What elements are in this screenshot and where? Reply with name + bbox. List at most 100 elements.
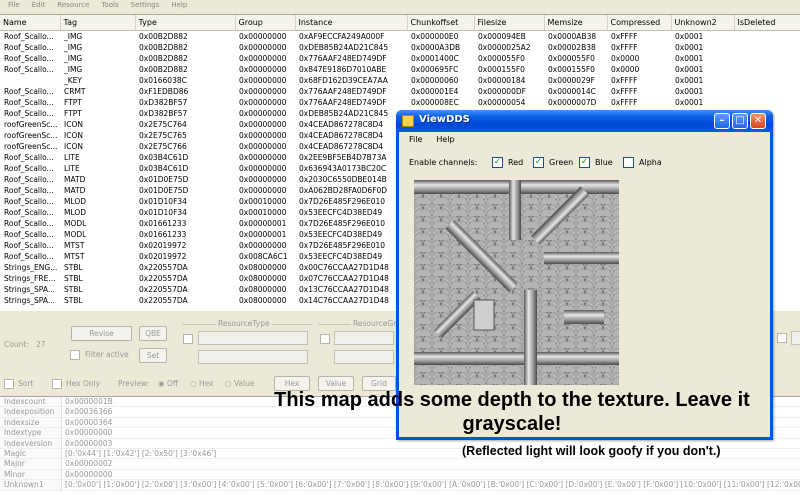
table-cell: 0x53EECFC4D38ED49 — [299, 251, 383, 261]
blue-channel-checkbox[interactable]: ✓ — [579, 157, 590, 168]
table-cell: Roof_Scallo... — [4, 251, 54, 261]
table-cell: 0x03B4C61D — [139, 152, 189, 162]
property-row[interactable]: Minor 0x00000000 — [0, 469, 800, 481]
grid-header-row: Name Tag Type Group Instance Chunkoffset Files… — [0, 15, 800, 31]
table-row[interactable]: _KEY 0x0166038C 0x00000000 0x68FD162D39CEA7… — [0, 75, 800, 86]
table-cell: Roof_Scallo... — [4, 229, 54, 239]
table-cell: 0x01661233 — [139, 229, 187, 239]
menu-settings[interactable]: Settings — [131, 0, 160, 10]
table-cell: 0x00B2D882 — [139, 64, 188, 74]
maximize-button[interactable]: □ — [732, 113, 748, 129]
close-icon: ✕ — [753, 115, 763, 126]
table-cell: 0x0000AB38 — [548, 31, 597, 41]
column-header[interactable]: Memsize — [544, 15, 608, 31]
table-cell: 0x776AAF248ED749DF — [299, 97, 387, 107]
property-key: Indexversion — [0, 438, 62, 448]
table-cell: _IMG — [64, 53, 83, 63]
table-cell: 0x7D26E485F296E010 — [299, 196, 386, 206]
menu-help[interactable]: Help — [171, 0, 187, 10]
table-cell: Strings_FRE... — [4, 273, 56, 283]
menu-resource[interactable]: Resource — [57, 0, 89, 10]
close-button[interactable]: ✕ — [750, 113, 766, 129]
table-cell: 0x220557DA — [139, 284, 188, 294]
table-cell: ICON — [64, 130, 83, 140]
property-row[interactable]: Major 0x00000002 — [0, 459, 800, 470]
table-cell: 0x776AAF248ED749DF — [299, 86, 387, 96]
viewdds-menu-help[interactable]: Help — [436, 132, 454, 148]
table-cell: 0x14C76CCAA27D1D48 — [299, 295, 389, 305]
table-cell: 0x0000 — [611, 64, 640, 74]
table-cell: Roof_Scallo... — [4, 152, 54, 162]
table-cell: 0x000695FC — [411, 64, 459, 74]
table-cell: 0x00000000 — [239, 119, 287, 129]
table-cell — [734, 53, 800, 64]
green-channel-checkbox[interactable]: ✓ — [533, 157, 544, 168]
table-cell: STBL — [64, 284, 83, 294]
revise-button[interactable]: Revise — [71, 326, 132, 341]
preview-hex-radio[interactable]: ○ Hex — [190, 379, 214, 388]
set-button[interactable]: Set — [139, 348, 167, 363]
viewdds-titlebar[interactable]: ViewDDS – □ ✕ — [396, 110, 773, 132]
menu-edit[interactable]: Edit — [32, 0, 46, 10]
minimize-button[interactable]: – — [714, 113, 730, 129]
table-row[interactable]: Roof_Scallo... _IMG 0x00B2D882 0x00000000 0x… — [0, 53, 800, 64]
table-cell: Strings_SPA... — [4, 295, 55, 305]
property-row[interactable]: Unknown1 [0:'0x00'] [1:'0x00'] [2:'0x00']… — [0, 480, 800, 491]
preview-value-radio[interactable]: ○ Value — [225, 379, 255, 388]
table-row[interactable]: Roof_Scallo... FTPT 0xD382BF57 0x00000000 0x… — [0, 97, 800, 108]
table-cell: roofGreenSc... — [4, 130, 58, 140]
filter-active-checkbox[interactable] — [70, 350, 80, 360]
column-header[interactable]: Name — [0, 15, 61, 31]
table-cell — [734, 30, 800, 42]
table-cell: 0x0001 — [675, 64, 704, 74]
right-checkbox[interactable] — [777, 333, 787, 343]
sort-checkbox[interactable] — [4, 379, 14, 389]
table-cell: 0x53EECFC4D38ED49 — [299, 229, 383, 239]
qbe-button[interactable]: QBE — [139, 326, 167, 341]
table-cell: 0x4CEAD867278C8D4 — [299, 130, 384, 140]
column-header[interactable]: Unknown2 — [671, 15, 735, 31]
table-cell: 0x00000184 — [478, 75, 526, 85]
preview-off-radio[interactable]: ◉ Off — [158, 379, 178, 388]
resource-group-field-2[interactable] — [334, 350, 394, 364]
column-header[interactable]: Chunkoffset — [407, 15, 475, 31]
table-cell: 0x03B4C61D — [139, 163, 189, 173]
resource-group-field[interactable] — [334, 331, 394, 345]
column-header[interactable]: Compressed — [607, 15, 672, 31]
alpha-channel-checkbox[interactable] — [623, 157, 634, 168]
table-row[interactable]: Roof_Scallo... CRMT 0xF1EDBD86 0x00000000 0x… — [0, 86, 800, 97]
column-header[interactable]: Group — [235, 15, 296, 31]
table-row[interactable]: Roof_Scallo... _IMG 0x00B2D882 0x00000000 0x… — [0, 64, 800, 75]
table-cell: Roof_Scallo... — [4, 196, 54, 206]
preview-label: Preview: — [118, 379, 150, 388]
column-header[interactable]: Instance — [295, 15, 408, 31]
table-cell: 0x00000000 — [239, 75, 287, 85]
table-cell: _IMG — [64, 31, 83, 41]
resource-type-checkbox[interactable] — [183, 334, 193, 344]
table-cell: 0x2EE9BF5EB4D7B73A — [299, 152, 387, 162]
table-cell: 0xFFFF — [611, 86, 638, 96]
column-header[interactable]: Tag — [60, 15, 136, 31]
menu-tools[interactable]: Tools — [101, 0, 118, 10]
resource-group-checkbox[interactable] — [320, 334, 330, 344]
red-channel-checkbox[interactable]: ✓ — [492, 157, 503, 168]
app-icon — [402, 115, 414, 127]
table-row[interactable]: Roof_Scallo... _IMG 0x00B2D882 0x00000000 0x… — [0, 42, 800, 53]
hex-only-checkbox[interactable] — [52, 379, 62, 389]
table-cell: 0x0001 — [675, 53, 704, 63]
table-cell: 0xA062BD28FA0D6F0D — [299, 185, 388, 195]
menu-file[interactable]: File — [8, 0, 20, 10]
column-header[interactable]: Type — [135, 15, 236, 31]
table-cell: 0xDEB85B24AD21C845 — [299, 42, 389, 52]
resource-type-field[interactable] — [198, 350, 308, 364]
resource-type-combo[interactable] — [198, 331, 308, 345]
column-header[interactable]: Filesize — [474, 15, 545, 31]
table-cell: 0x2E75C766 — [139, 141, 187, 151]
right-field[interactable] — [791, 331, 800, 345]
viewdds-menu-file[interactable]: File — [409, 132, 422, 148]
table-row[interactable]: Roof_Scallo... _IMG 0x00B2D882 0x00000000 0x… — [0, 30, 800, 42]
table-cell: 0x000155F0 — [478, 64, 525, 74]
table-cell: Roof_Scallo... — [4, 64, 54, 74]
column-header[interactable]: IsDeleted — [734, 15, 800, 31]
alpha-channel-label: Alpha — [639, 158, 662, 167]
